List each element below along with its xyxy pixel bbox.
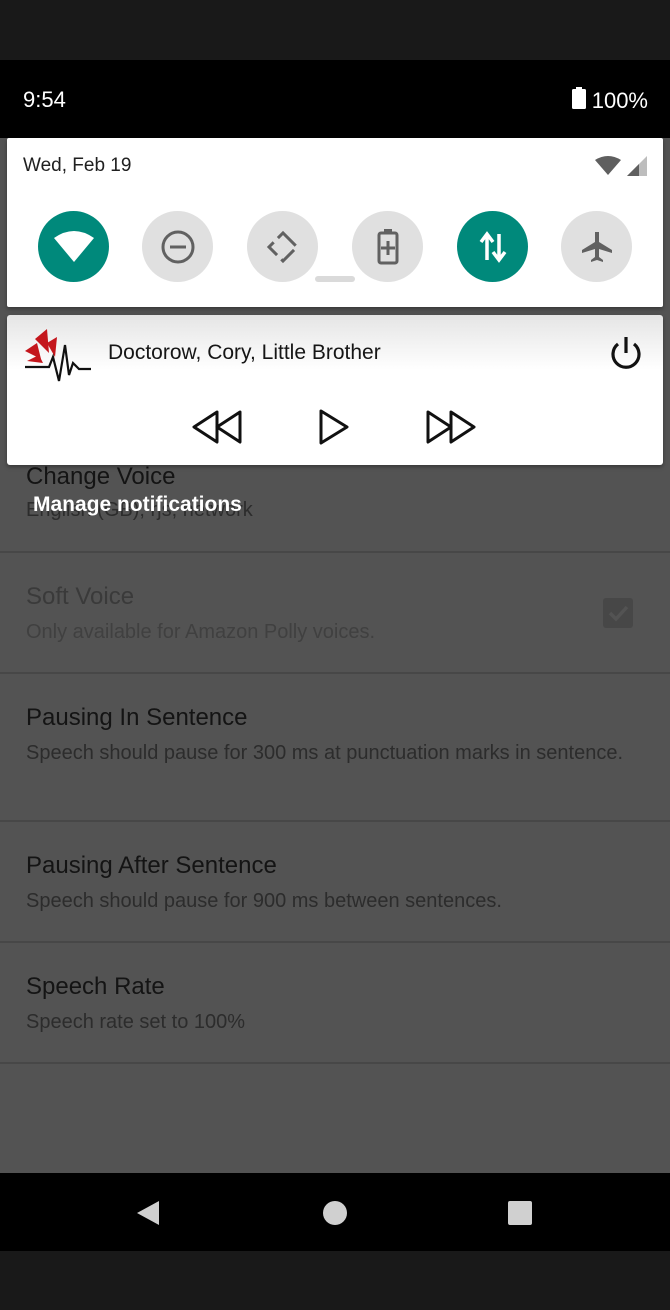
pref-title: Soft Voice	[26, 583, 135, 610]
manage-notifications-button[interactable]: Manage notifications	[33, 493, 242, 517]
home-icon	[323, 1201, 347, 1225]
status-bar: 9:54 100%	[0, 60, 670, 138]
rewind-button[interactable]	[191, 407, 243, 447]
back-icon	[137, 1201, 159, 1225]
rewind-icon	[192, 410, 242, 444]
wifi-icon	[53, 230, 94, 262]
do-not-disturb-tile[interactable]	[142, 211, 213, 282]
status-time: 9:54	[23, 87, 66, 112]
status-indicators: 100%	[571, 87, 648, 114]
qs-date[interactable]: Wed, Feb 19	[23, 155, 131, 177]
mobile-data-icon	[479, 230, 506, 263]
pref-title: Pausing In Sentence	[26, 704, 248, 731]
play-icon	[319, 409, 349, 445]
auto-rotate-tile[interactable]	[247, 211, 318, 282]
app-logo	[23, 329, 93, 390]
recents-button[interactable]	[502, 1195, 538, 1231]
pref-summary: Only available for Amazon Polly voices.	[26, 621, 376, 643]
pref-title: Pausing After Sentence	[26, 852, 277, 879]
battery-saver-tile[interactable]	[352, 211, 423, 282]
notification-title: Doctorow, Cory, Little Brother	[108, 341, 381, 364]
pref-speech-rate[interactable]: Speech Rate Speech rate set to 100%	[0, 943, 670, 1064]
back-button[interactable]	[130, 1195, 166, 1231]
cell-signal-icon	[627, 156, 647, 176]
wifi-tile[interactable]	[38, 211, 109, 282]
airplane-mode-icon	[581, 231, 612, 262]
home-button[interactable]	[317, 1195, 353, 1231]
bottom-band	[0, 1251, 670, 1310]
qs-drag-handle[interactable]	[315, 276, 355, 282]
battery-icon	[571, 87, 586, 114]
qs-signal-indicators	[595, 156, 647, 176]
play-button[interactable]	[308, 407, 360, 447]
check-icon	[608, 605, 629, 622]
navigation-bar	[0, 1173, 670, 1251]
pref-pausing-after-sentence[interactable]: Pausing After Sentence Speech should pau…	[0, 822, 670, 943]
battery-percent: 100%	[591, 87, 648, 113]
pref-summary: Speech should pause for 300 ms at punctu…	[26, 742, 624, 764]
quick-settings-panel: Wed, Feb 19	[7, 138, 663, 307]
pref-summary: Speech should pause for 900 ms between s…	[26, 890, 502, 912]
media-notification[interactable]: Doctorow, Cory, Little Brother	[7, 315, 663, 465]
pref-summary: Speech rate set to 100%	[26, 1011, 246, 1033]
soft-voice-checkbox	[603, 598, 633, 628]
do-not-disturb-icon	[161, 230, 194, 263]
fast-forward-button[interactable]	[425, 407, 477, 447]
airplane-mode-tile[interactable]	[561, 211, 632, 282]
power-icon[interactable]	[609, 335, 643, 376]
wifi-signal-icon	[595, 156, 621, 175]
pref-pausing-in-sentence[interactable]: Pausing In Sentence Speech should pause …	[0, 674, 670, 822]
battery-saver-icon	[377, 228, 398, 264]
auto-rotate-icon	[266, 230, 299, 263]
top-band	[0, 0, 670, 60]
pref-title: Change Voice	[26, 463, 176, 490]
mobile-data-tile[interactable]	[457, 211, 528, 282]
recents-icon	[508, 1201, 532, 1225]
pref-title: Speech Rate	[26, 973, 165, 1000]
fast-forward-icon	[426, 410, 476, 444]
pref-soft-voice: Soft Voice Only available for Amazon Pol…	[0, 553, 670, 674]
